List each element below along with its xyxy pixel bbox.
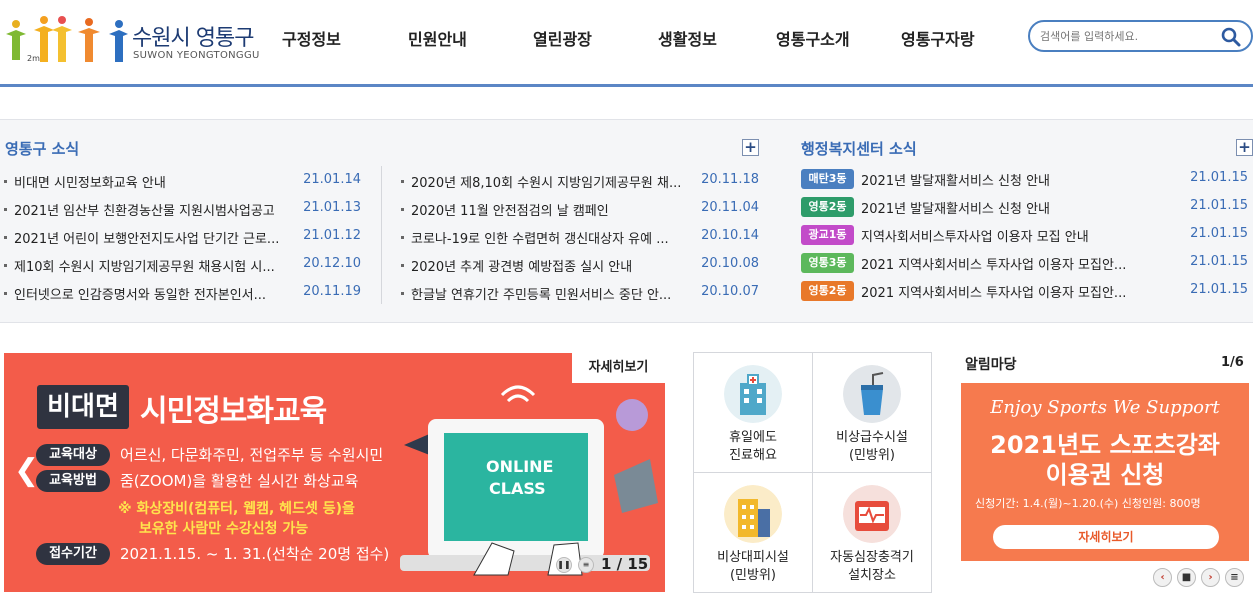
list-item[interactable]: 2020년 제8,10회 수원시 지방임기제공무원 채... 20.11.18 <box>401 172 759 192</box>
district-news-more-button[interactable]: + <box>742 139 759 156</box>
bullet-icon <box>4 208 7 211</box>
district-badge: 매탄3동 <box>801 169 854 189</box>
banner-notice-line-2: 보유한 사람만 수강신청 가능 <box>139 521 309 537</box>
banner-prev-arrow-icon[interactable]: ❮ <box>14 453 39 488</box>
list-item[interactable]: 코로나-19로 인한 수렵면허 갱신대상자 유예 ... 20.10.14 <box>401 228 759 248</box>
bullet-icon <box>4 236 7 239</box>
laptop-illustration-icon <box>400 385 658 576</box>
list-item[interactable]: 한글날 연휴기간 주민등록 민원서비스 중단 안... 20.10.07 <box>401 284 759 304</box>
hospital-icon <box>724 365 782 423</box>
screen-text-line-2: CLASS <box>489 479 546 498</box>
quick-link-evacuation-shelter[interactable]: 비상대피시설 (민방위) <box>694 473 812 592</box>
bullet-icon <box>401 208 404 211</box>
banner-title: 시민정보화교육 <box>140 394 327 429</box>
district-badge: 영통3동 <box>801 253 854 273</box>
column-divider <box>381 166 382 304</box>
nav-about-district[interactable]: 영통구소개 <box>776 26 850 50</box>
bullet-icon <box>4 292 7 295</box>
list-item[interactable]: 영통2동 2021 지역사회서비스 투자사업 이용자 모집안... 21.01.15 <box>801 281 1248 303</box>
nav-civil-service[interactable]: 민원안내 <box>408 26 467 50</box>
nav-district-pride[interactable]: 영통구자랑 <box>901 26 975 50</box>
main-banner[interactable]: 자세히보기 비대면 시민정보화교육 교육대상 어르신, 다문화주민, 전업주부 … <box>4 353 665 592</box>
banner-title-highlight: 비대면 <box>37 385 129 429</box>
notice-period: 신청기간: 1.4.(월)~1.20.(수) 신청인원: 800명 <box>975 497 1201 510</box>
district-badge: 영통2동 <box>801 281 854 301</box>
header-divider <box>0 84 1253 87</box>
bullet-icon <box>401 236 404 239</box>
district-badge: 광교1동 <box>801 225 854 245</box>
center-news-more-button[interactable]: + <box>1236 139 1253 156</box>
district-news-title[interactable]: 영통구 소식 <box>5 138 79 159</box>
bullet-icon <box>401 180 404 183</box>
banner-text: 2021.1.15. ~ 1. 31.(선착순 20명 접수) <box>120 545 390 563</box>
search-box <box>1028 20 1253 52</box>
list-item[interactable]: 비대면 시민정보화교육 안내 21.01.14 <box>4 172 361 192</box>
banner-label: 교육방법 <box>36 470 110 492</box>
quick-label: 자동심장충격기 <box>830 550 914 565</box>
notice-title[interactable]: 알림마당 <box>965 354 1017 374</box>
list-item[interactable]: 2020년 11월 안전점검의 날 캠페인 20.11.04 <box>401 200 759 220</box>
nav-open-square[interactable]: 열린광장 <box>533 26 592 50</box>
notice-detail-button[interactable]: 자세히보기 <box>993 525 1219 549</box>
logo-english: SUWON YEONGTONGGU <box>133 50 260 61</box>
banner-label: 교육대상 <box>36 444 110 466</box>
list-item[interactable]: 영통3동 2021 지역사회서비스 투자사업 이용자 모집안... 21.01.15 <box>801 253 1248 275</box>
center-news-title[interactable]: 행정복지센터 소식 <box>801 138 917 159</box>
quick-label: 비상급수시설 <box>836 430 908 445</box>
notice-title-line-2: 이용권 신청 <box>1045 461 1165 489</box>
next-icon[interactable]: › <box>1201 568 1220 587</box>
site-header: 2m 수원시 영통구 SUWON YEONGTONGGU 구정정보 민원안내 열… <box>0 0 1253 86</box>
list-item[interactable]: 매탄3동 2021년 발달재활서비스 신청 안내 21.01.15 <box>801 169 1248 191</box>
banner-page-number: 1 / 15 <box>601 555 649 573</box>
pause-icon[interactable]: ■ <box>1177 568 1196 587</box>
list-icon[interactable]: ≡ <box>1225 568 1244 587</box>
list-item[interactable]: 2021년 어린이 보행안전지도사업 단기간 근로... 21.01.12 <box>4 228 361 248</box>
notice-banner[interactable]: Enjoy Sports We Support 2021년도 스포츠강좌 이용권… <box>961 383 1249 561</box>
list-item[interactable]: 인터넷으로 인감증명서와 동일한 전자본인서... 20.11.19 <box>4 284 361 304</box>
quick-link-holiday-clinic[interactable]: 휴일에도진료해요 <box>694 353 812 472</box>
bullet-icon <box>401 292 404 295</box>
notice-script-text: Enjoy Sports We Support <box>990 397 1220 418</box>
banner-text: 줌(ZOOM)을 활용한 실시간 화상교육 <box>120 472 359 490</box>
nav-living-info[interactable]: 생활정보 <box>658 26 717 50</box>
logo-tag: 2m <box>27 54 40 63</box>
list-item[interactable]: 광교1동 지역사회서비스투자사업 이용자 모집 안내 21.01.15 <box>801 225 1248 247</box>
banner-text: 어르신, 다문화주민, 전업주부 등 수원시민 <box>120 446 384 464</box>
banner-label: 접수기간 <box>36 543 110 565</box>
quick-label: 비상대피시설 <box>717 550 789 565</box>
quick-label: 진료해요 <box>729 448 777 463</box>
bullet-icon <box>4 264 7 267</box>
shelter-building-icon <box>724 485 782 543</box>
quick-label: (민방위) <box>729 568 777 583</box>
quick-links: 휴일에도 진료해요 비상급수시설 (민방위) 비상대피시설 (민방위) 자동심장충격 <box>693 352 932 593</box>
quick-label: 설치장소 <box>848 568 896 583</box>
banner-notice-line-1: ※ 화상장비(컴퓨터, 웹캠, 헤드셋 등)을 <box>118 501 355 517</box>
site-logo[interactable]: 2m 수원시 영통구 SUWON YEONGTONGGU <box>4 12 264 67</box>
district-badge: 영통2동 <box>801 197 854 217</box>
quick-label: (민방위) <box>848 448 896 463</box>
list-item[interactable]: 제10회 수원시 지방임기제공무원 채용시험 시... 20.12.10 <box>4 256 361 276</box>
bullet-icon <box>4 180 7 183</box>
quick-link-emergency-water[interactable]: 비상급수시설 (민방위) <box>813 353 931 472</box>
list-icon[interactable]: ≡ <box>578 557 594 573</box>
pause-icon[interactable]: ❚❚ <box>556 557 572 573</box>
nav-district-info[interactable]: 구정정보 <box>282 26 341 50</box>
screen-text-line-1: ONLINE <box>486 457 554 476</box>
search-input[interactable] <box>1040 27 1210 45</box>
list-item[interactable]: 2021년 임산부 친환경농산물 지원시범사업공고 21.01.13 <box>4 200 361 220</box>
water-cup-icon <box>843 365 901 423</box>
quick-label: 휴일에도 <box>729 430 777 445</box>
search-icon[interactable] <box>1220 26 1242 48</box>
bullet-icon <box>401 264 404 267</box>
quick-link-defibrillator[interactable]: 자동심장충격기설치장소 <box>813 473 931 592</box>
defibrillator-icon <box>843 485 901 543</box>
logo-figures-icon <box>6 16 128 62</box>
prev-icon[interactable]: ‹ <box>1153 568 1172 587</box>
notice-page-indicator: 1/6 <box>1221 355 1244 370</box>
list-item[interactable]: 영통2동 2021년 발달재활서비스 신청 안내 21.01.15 <box>801 197 1248 219</box>
logo-korean: 수원시 영통구 <box>132 26 254 51</box>
list-item[interactable]: 2020년 추계 광견병 예방접종 실시 안내 20.10.08 <box>401 256 759 276</box>
